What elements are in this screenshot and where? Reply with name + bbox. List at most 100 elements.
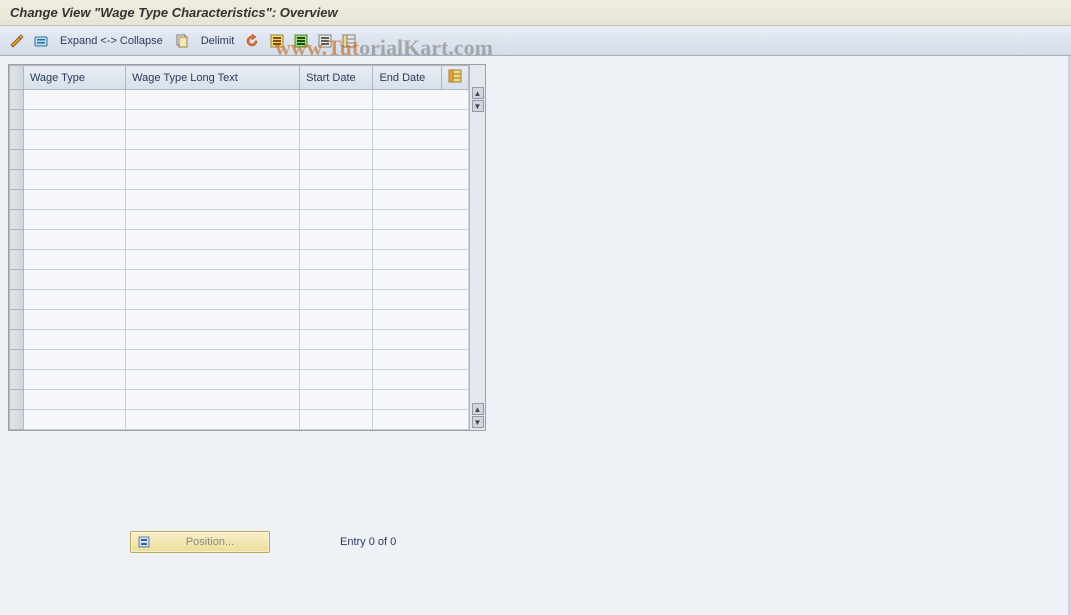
row-selector[interactable] xyxy=(10,90,24,110)
row-selector[interactable] xyxy=(10,330,24,350)
cell-long-text[interactable] xyxy=(126,370,300,390)
cell-start-date[interactable] xyxy=(300,210,373,230)
select-all-icon[interactable] xyxy=(268,32,286,50)
scroll-down-icon[interactable]: ▼ xyxy=(472,416,484,428)
cell-start-date[interactable] xyxy=(300,150,373,170)
table-row[interactable] xyxy=(10,170,469,190)
cell-long-text[interactable] xyxy=(126,150,300,170)
cell-wage-type[interactable] xyxy=(23,410,125,430)
cell-long-text[interactable] xyxy=(126,130,300,150)
table-row[interactable] xyxy=(10,290,469,310)
cell-end-date[interactable] xyxy=(373,150,469,170)
cell-end-date[interactable] xyxy=(373,350,469,370)
copy-icon[interactable] xyxy=(173,32,191,50)
row-selector[interactable] xyxy=(10,370,24,390)
other-view-icon[interactable] xyxy=(32,32,50,50)
row-selector[interactable] xyxy=(10,150,24,170)
row-selector[interactable] xyxy=(10,390,24,410)
cell-start-date[interactable] xyxy=(300,350,373,370)
cell-wage-type[interactable] xyxy=(23,310,125,330)
row-selector[interactable] xyxy=(10,190,24,210)
table-config-icon[interactable] xyxy=(441,66,468,90)
cell-start-date[interactable] xyxy=(300,130,373,150)
table-row[interactable] xyxy=(10,390,469,410)
cell-start-date[interactable] xyxy=(300,310,373,330)
col-header-end-date[interactable]: End Date xyxy=(373,66,442,90)
cell-wage-type[interactable] xyxy=(23,150,125,170)
table-row[interactable] xyxy=(10,90,469,110)
cell-long-text[interactable] xyxy=(126,410,300,430)
table-row[interactable] xyxy=(10,230,469,250)
position-button[interactable]: Position... xyxy=(130,531,270,553)
col-header-wage-type[interactable]: Wage Type xyxy=(23,66,125,90)
cell-start-date[interactable] xyxy=(300,410,373,430)
cell-long-text[interactable] xyxy=(126,170,300,190)
cell-start-date[interactable] xyxy=(300,90,373,110)
col-header-long-text[interactable]: Wage Type Long Text xyxy=(126,66,300,90)
cell-wage-type[interactable] xyxy=(23,270,125,290)
cell-end-date[interactable] xyxy=(373,130,469,150)
cell-end-date[interactable] xyxy=(373,170,469,190)
table-row[interactable] xyxy=(10,350,469,370)
table-row[interactable] xyxy=(10,310,469,330)
wage-type-table[interactable]: Wage Type Wage Type Long Text Start Date… xyxy=(9,65,469,430)
cell-long-text[interactable] xyxy=(126,90,300,110)
row-selector[interactable] xyxy=(10,170,24,190)
cell-wage-type[interactable] xyxy=(23,230,125,250)
delimit-button[interactable]: Delimit xyxy=(197,35,239,47)
cell-end-date[interactable] xyxy=(373,210,469,230)
table-row[interactable] xyxy=(10,270,469,290)
cell-end-date[interactable] xyxy=(373,230,469,250)
col-header-start-date[interactable]: Start Date xyxy=(300,66,373,90)
row-selector[interactable] xyxy=(10,270,24,290)
cell-start-date[interactable] xyxy=(300,290,373,310)
select-all-header[interactable] xyxy=(10,66,24,90)
scroll-up-icon[interactable]: ▲ xyxy=(472,87,484,99)
row-selector[interactable] xyxy=(10,210,24,230)
cell-start-date[interactable] xyxy=(300,230,373,250)
cell-long-text[interactable] xyxy=(126,210,300,230)
table-row[interactable] xyxy=(10,410,469,430)
row-selector[interactable] xyxy=(10,290,24,310)
cell-start-date[interactable] xyxy=(300,190,373,210)
cell-long-text[interactable] xyxy=(126,350,300,370)
select-block-icon[interactable] xyxy=(292,32,310,50)
cell-wage-type[interactable] xyxy=(23,370,125,390)
cell-wage-type[interactable] xyxy=(23,170,125,190)
table-row[interactable] xyxy=(10,210,469,230)
expand-collapse-button[interactable]: Expand <-> Collapse xyxy=(56,35,167,47)
cell-end-date[interactable] xyxy=(373,190,469,210)
row-selector[interactable] xyxy=(10,310,24,330)
cell-long-text[interactable] xyxy=(126,290,300,310)
table-row[interactable] xyxy=(10,330,469,350)
configuration-icon[interactable] xyxy=(340,32,358,50)
cell-wage-type[interactable] xyxy=(23,290,125,310)
cell-long-text[interactable] xyxy=(126,230,300,250)
scroll-thumb-bottom[interactable]: ▲ xyxy=(472,403,484,415)
cell-wage-type[interactable] xyxy=(23,110,125,130)
cell-long-text[interactable] xyxy=(126,110,300,130)
cell-end-date[interactable] xyxy=(373,330,469,350)
table-row[interactable] xyxy=(10,250,469,270)
cell-start-date[interactable] xyxy=(300,330,373,350)
cell-end-date[interactable] xyxy=(373,370,469,390)
cell-wage-type[interactable] xyxy=(23,210,125,230)
cell-start-date[interactable] xyxy=(300,390,373,410)
cell-wage-type[interactable] xyxy=(23,330,125,350)
cell-long-text[interactable] xyxy=(126,250,300,270)
cell-start-date[interactable] xyxy=(300,110,373,130)
cell-start-date[interactable] xyxy=(300,370,373,390)
undo-icon[interactable] xyxy=(244,32,262,50)
cell-long-text[interactable] xyxy=(126,270,300,290)
cell-wage-type[interactable] xyxy=(23,90,125,110)
cell-start-date[interactable] xyxy=(300,170,373,190)
vertical-scrollbar[interactable]: ▲ ▼ ▲ ▼ xyxy=(469,65,485,430)
table-row[interactable] xyxy=(10,130,469,150)
cell-end-date[interactable] xyxy=(373,250,469,270)
cell-start-date[interactable] xyxy=(300,270,373,290)
cell-long-text[interactable] xyxy=(126,390,300,410)
cell-wage-type[interactable] xyxy=(23,190,125,210)
row-selector[interactable] xyxy=(10,130,24,150)
row-selector[interactable] xyxy=(10,350,24,370)
table-row[interactable] xyxy=(10,110,469,130)
